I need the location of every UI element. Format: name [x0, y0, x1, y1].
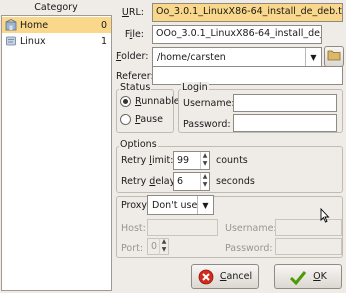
proxy-password-input	[275, 238, 342, 255]
proxy-host-input	[147, 219, 218, 236]
ok-check-icon	[289, 269, 307, 285]
proxy-host-label: Host:	[121, 223, 146, 234]
chevron-down-icon[interactable]: ▼	[305, 48, 321, 66]
mouse-pointer-icon	[320, 207, 330, 226]
category-header: Category	[34, 2, 78, 13]
login-title: Login	[181, 82, 209, 93]
proxy-combo[interactable]: Don't use ▼	[147, 195, 214, 215]
proxy-port-label: Port:	[121, 243, 144, 254]
status-title: Status	[119, 82, 152, 93]
chevron-down-icon[interactable]: ▼	[197, 196, 213, 214]
folder-browse-button[interactable]	[324, 46, 344, 67]
spin-arrows-icon[interactable]: ▲ ▼	[200, 152, 209, 169]
cancel-button-label: Cancel	[219, 271, 253, 282]
category-item-count: 1	[100, 35, 107, 47]
retry-limit-spinner[interactable]: 99 ▲ ▼	[173, 151, 210, 170]
runnable-radio[interactable]: Runnable	[120, 96, 180, 107]
folder-label: Folder:	[116, 51, 149, 62]
file-input[interactable]: OOo_3.0.1_LinuxX86-64_install_de_deb	[152, 25, 322, 44]
category-item-count: 0	[100, 19, 107, 31]
cancel-button[interactable]: Cancel	[191, 264, 259, 289]
retry-delay-unit: seconds	[216, 176, 255, 187]
proxy-username-input	[275, 219, 342, 236]
retry-limit-value: 99	[177, 155, 190, 166]
category-item-label: Home	[20, 19, 49, 31]
category-item-linux[interactable]: Linux 1	[2, 33, 111, 49]
retry-delay-value: 6	[177, 176, 184, 187]
retry-limit-unit: counts	[216, 155, 248, 166]
options-title: Options	[119, 139, 158, 150]
spin-arrows-icon: ▲ ▼	[159, 238, 168, 255]
ok-button-label: OK	[313, 271, 327, 282]
category-list[interactable]: Home 0 Linux 1	[1, 15, 112, 291]
proxy-label: Proxy:	[120, 200, 151, 211]
retry-delay-spinner[interactable]: 6 ▲ ▼	[173, 172, 210, 191]
home-folder-icon	[5, 19, 17, 31]
proxy-password-label: Password:	[225, 243, 273, 254]
folder-combo-value: /home/carsten	[157, 51, 226, 63]
radio-button[interactable]	[120, 114, 131, 125]
ok-button[interactable]: OK	[274, 264, 342, 289]
referer-label: Referer:	[116, 71, 154, 82]
login-password-input[interactable]	[233, 114, 337, 132]
proxy-combo-value: Don't use	[152, 199, 197, 211]
folder-combo[interactable]: /home/carsten ▼	[152, 47, 322, 67]
proxy-port-spinner: 0 ▲ ▼	[147, 238, 169, 255]
file-label: File:	[124, 29, 144, 40]
runnable-label: Runnable	[135, 96, 180, 107]
url-input[interactable]: Oo_3.0.1_LinuxX86-64_install_de_deb.tar.…	[152, 3, 343, 22]
proxy-port-value: 0	[151, 241, 158, 252]
login-username-input[interactable]	[233, 94, 337, 112]
pause-radio[interactable]: Pause	[120, 114, 163, 125]
category-icon	[5, 35, 17, 47]
login-password-label: Password:	[183, 119, 231, 130]
pause-label: Pause	[135, 114, 163, 125]
url-label: URL:	[121, 7, 144, 18]
category-item-home[interactable]: Home 0	[2, 17, 111, 33]
cancel-icon	[198, 269, 214, 285]
retry-limit-label: Retry limit:	[121, 155, 174, 166]
radio-button-selected[interactable]	[120, 96, 131, 107]
category-item-label: Linux	[20, 35, 46, 47]
retry-delay-label: Retry delay:	[121, 176, 178, 187]
folder-icon	[327, 49, 341, 64]
login-username-label: Username:	[183, 98, 235, 109]
spin-arrows-icon[interactable]: ▲ ▼	[200, 173, 209, 190]
proxy-username-label: Username:	[225, 223, 277, 234]
